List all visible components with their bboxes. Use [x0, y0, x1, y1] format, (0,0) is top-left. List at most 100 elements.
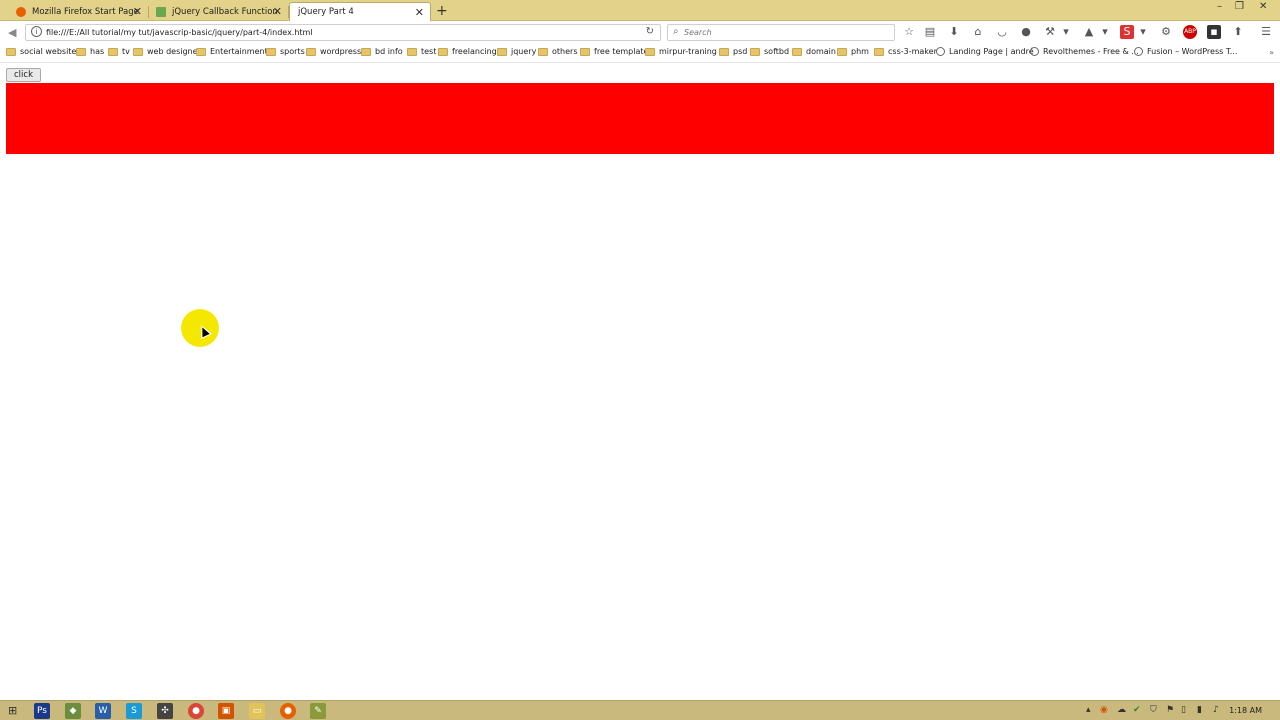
menu-icon[interactable]: ☰: [1259, 25, 1273, 39]
reload-icon[interactable]: ↻: [646, 26, 654, 37]
tab-jquery-part4[interactable]: jQuery Part 4 ✕: [289, 2, 431, 21]
app-icon[interactable]: ▣: [218, 703, 234, 719]
bookmark-label: test: [421, 47, 437, 56]
close-window-button[interactable]: ✕: [1259, 1, 1267, 12]
folder-icon: [266, 47, 276, 56]
tray-window-icon[interactable]: ▯: [1181, 705, 1186, 715]
app-icon[interactable]: ✣: [157, 703, 173, 719]
bookmark-item[interactable]: softbd: [750, 47, 789, 56]
firefox-icon[interactable]: ●: [280, 703, 296, 719]
close-icon[interactable]: ✕: [273, 5, 282, 18]
bookmark-label: softbd: [764, 47, 790, 56]
app-icon[interactable]: ◆: [65, 703, 81, 719]
bookmark-label: jquery: [511, 47, 537, 56]
bookmark-label: phm: [851, 47, 869, 56]
tray-flag-icon[interactable]: ⚑: [1166, 705, 1174, 715]
bookmarks-more-icon[interactable]: »: [1269, 48, 1274, 57]
bookmark-label: freelancing: [452, 47, 497, 56]
dropdown-icon[interactable]: ▾: [1100, 25, 1110, 39]
minimize-button[interactable]: –: [1217, 1, 1222, 12]
bookmark-item[interactable]: jquery: [497, 47, 536, 56]
bookmark-item[interactable]: bd info: [361, 47, 403, 56]
adblock-icon[interactable]: ABP: [1183, 25, 1197, 39]
bookmark-item[interactable]: Entertainment: [196, 47, 268, 56]
folder-icon: [133, 47, 143, 56]
bookmark-label: Fusion – WordPress T...: [1147, 47, 1238, 56]
tab-jquery-callback[interactable]: jQuery Callback Function ✕: [148, 2, 289, 21]
tray-app-icon[interactable]: ◉: [1100, 705, 1108, 715]
folder-icon: [497, 47, 507, 56]
addon-box-icon[interactable]: ▪: [1207, 25, 1221, 39]
tray-up-icon[interactable]: ▴: [1086, 705, 1091, 715]
folder-icon[interactable]: ▭: [249, 703, 265, 719]
bookmark-item[interactable]: domain: [792, 47, 836, 56]
bookmark-item[interactable]: css-3-maker: [874, 47, 937, 56]
bookmark-item[interactable]: sports: [266, 47, 305, 56]
download-icon[interactable]: ⬇: [947, 25, 961, 39]
wordpress-icon[interactable]: W: [95, 703, 111, 719]
url-text[interactable]: file:///E:/All tutorial/my tut/javascrip…: [46, 28, 313, 37]
page-content: click: [0, 64, 1280, 700]
bookmark-label: Revolthemes - Free & ...: [1043, 47, 1139, 56]
search-icon: ⌕: [673, 26, 679, 37]
bookmark-item[interactable]: Landing Page | andré: [936, 47, 1034, 56]
tray-check-icon[interactable]: ✔: [1133, 705, 1141, 715]
click-button[interactable]: click: [6, 68, 41, 82]
tools-icon[interactable]: ⚒: [1043, 25, 1057, 39]
photoshop-icon[interactable]: Ps: [34, 703, 50, 719]
bookmark-label: Entertainment: [210, 47, 268, 56]
bookmark-item[interactable]: psd: [719, 47, 747, 56]
clock: 1:18 AM: [1229, 706, 1262, 715]
start-button[interactable]: ⊞: [8, 704, 17, 717]
bookmark-item[interactable]: phm: [837, 47, 869, 56]
bookmark-item[interactable]: others: [538, 47, 577, 56]
tray-cloud-icon[interactable]: ☁: [1117, 705, 1126, 715]
globe-icon: [1134, 47, 1143, 56]
notepad-icon[interactable]: ✎: [310, 703, 326, 719]
network-icon[interactable]: ▮: [1197, 705, 1202, 715]
bookmark-item[interactable]: wordpress: [306, 47, 361, 56]
dropdown-icon[interactable]: ▾: [1138, 25, 1148, 39]
tab-label: Mozilla Firefox Start Page: [32, 6, 139, 17]
globe-icon: [936, 47, 945, 56]
skype-icon[interactable]: S: [126, 703, 142, 719]
bookmark-item[interactable]: mirpur-traning: [645, 47, 717, 56]
bookmark-item[interactable]: social website: [6, 47, 76, 56]
addon-s-icon[interactable]: S: [1120, 25, 1134, 39]
bookmark-label: others: [552, 47, 578, 56]
bookmark-item[interactable]: tv: [108, 47, 130, 56]
chrome-icon[interactable]: ●: [188, 703, 204, 719]
close-icon[interactable]: ✕: [415, 6, 424, 19]
extension-icon[interactable]: ⚙: [1159, 25, 1173, 39]
bookmark-item[interactable]: Fusion – WordPress T...: [1134, 47, 1237, 56]
tray-shield-icon[interactable]: ⛉: [1150, 705, 1157, 715]
tab-firefox-start[interactable]: Mozilla Firefox Start Page ✕: [8, 2, 149, 21]
back-arrow-icon[interactable]: ◀: [8, 26, 16, 39]
info-icon[interactable]: i: [31, 26, 42, 37]
bookmark-label: mirpur-traning: [659, 47, 717, 56]
volume-icon[interactable]: ♪: [1213, 705, 1219, 715]
url-bar[interactable]: i file:///E:/All tutorial/my tut/javascr…: [25, 24, 661, 41]
bookmark-item[interactable]: free template: [580, 47, 648, 56]
globe-icon: [1030, 47, 1039, 56]
bookmark-item[interactable]: test: [407, 47, 436, 56]
addon-hat-icon[interactable]: ▲: [1082, 25, 1096, 39]
bookmark-label: wordpress: [320, 47, 362, 56]
addon-dark-icon[interactable]: ●: [1019, 25, 1033, 39]
restore-button[interactable]: ❐: [1235, 1, 1244, 12]
bookmark-label: domain: [806, 47, 836, 56]
bookmark-label: free template: [594, 47, 649, 56]
addon-arrow-icon[interactable]: ⬆: [1231, 25, 1245, 39]
bookmark-item[interactable]: Revolthemes - Free & ...: [1030, 47, 1139, 56]
reading-list-icon[interactable]: ▤: [923, 25, 937, 39]
pocket-icon[interactable]: ◡: [995, 25, 1009, 39]
bookmark-item[interactable]: has: [76, 47, 104, 56]
bookmark-item[interactable]: freelancing: [438, 47, 497, 56]
dropdown-icon[interactable]: ▾: [1061, 25, 1071, 39]
home-icon[interactable]: ⌂: [971, 25, 985, 39]
bookmark-item[interactable]: web designe: [133, 47, 198, 56]
new-tab-button[interactable]: +: [436, 3, 448, 19]
close-icon[interactable]: ✕: [133, 5, 142, 18]
bookmark-star-icon[interactable]: ☆: [902, 25, 916, 39]
search-box[interactable]: ⌕ Search: [667, 24, 895, 41]
